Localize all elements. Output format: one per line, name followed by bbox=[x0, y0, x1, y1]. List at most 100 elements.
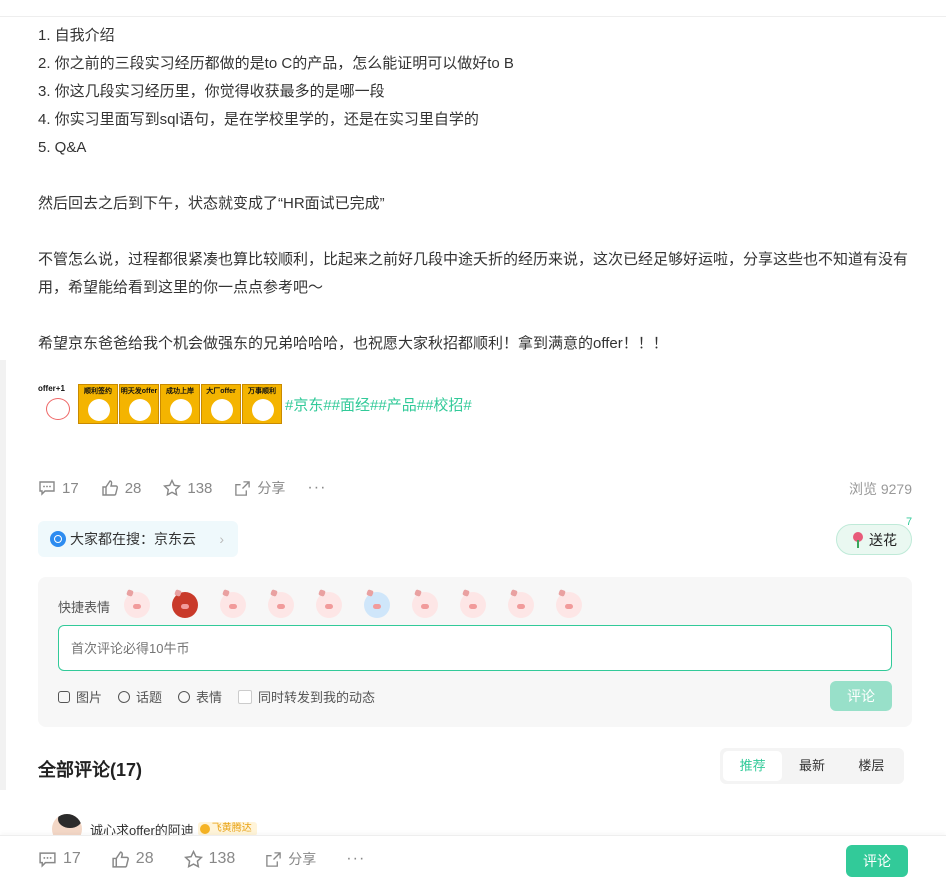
thumbs-up-icon bbox=[101, 480, 118, 496]
search-icon bbox=[50, 531, 66, 547]
insert-image-label: 图片 bbox=[76, 690, 103, 705]
share-icon bbox=[266, 851, 282, 867]
quick-emoji-label: 快捷表情 bbox=[58, 600, 111, 615]
star-count: 138 bbox=[187, 479, 213, 497]
comment-composer: 快捷表情 图片 话题 表情 同时转发到我的动态 评论 bbox=[38, 577, 912, 727]
quick-emoji-row bbox=[124, 592, 604, 618]
sticker-caption: 顺利签约 bbox=[84, 388, 112, 395]
cow-emoji-icon[interactable] bbox=[556, 592, 582, 618]
insert-emoji-button[interactable]: 表情 bbox=[178, 687, 222, 706]
article-paragraph: 然后回去之后到下午，状态就变成了“HR面试已完成” bbox=[38, 195, 385, 212]
article-line: 1. 自我介绍 bbox=[38, 27, 115, 44]
insert-topic-button[interactable]: 话题 bbox=[118, 687, 162, 706]
cow-emoji-icon[interactable] bbox=[124, 592, 150, 618]
repost-checkbox[interactable]: 同时转发到我的动态 bbox=[238, 687, 375, 706]
send-flower-button[interactable]: 送花 bbox=[836, 524, 912, 555]
flower-count: 7 bbox=[906, 516, 913, 528]
smiley-icon bbox=[178, 690, 191, 703]
insert-emoji-label: 表情 bbox=[196, 690, 223, 705]
cow-emoji-icon[interactable] bbox=[412, 592, 438, 618]
more-button[interactable]: ··· bbox=[307, 479, 326, 497]
bottom-comment-submit-button[interactable]: 评论 bbox=[846, 845, 908, 877]
tab-recommended[interactable]: 推荐 bbox=[723, 751, 783, 781]
share-label: 分享 bbox=[257, 480, 286, 496]
comment-sort-tabs: 推荐 最新 楼层 bbox=[720, 748, 904, 784]
comment-button[interactable]: 17 bbox=[38, 479, 79, 497]
left-scroll-strip bbox=[0, 360, 6, 790]
topic-tags: #京东# #面经# #产品# #校招# bbox=[285, 394, 472, 415]
more-icon: ··· bbox=[346, 850, 366, 867]
bottom-action-bar: 17 28 138 分享 ··· bbox=[38, 849, 395, 869]
insert-image-button[interactable]: 图片 bbox=[58, 687, 102, 706]
star-count: 138 bbox=[208, 850, 236, 867]
sticker: 顺利签约 bbox=[78, 384, 118, 424]
top-divider bbox=[0, 0, 946, 17]
sticker-caption: 万事顺利 bbox=[248, 388, 276, 395]
tab-floor[interactable]: 楼层 bbox=[842, 751, 901, 781]
sticker-caption: 明天发offer bbox=[120, 388, 158, 395]
star-icon bbox=[163, 479, 182, 497]
sticker: 大厂offer bbox=[201, 384, 241, 424]
cow-emoji-icon[interactable] bbox=[316, 592, 342, 618]
submit-comment-button[interactable]: 评论 bbox=[830, 681, 892, 711]
share-button[interactable]: 分享 bbox=[234, 478, 285, 498]
tag-link[interactable]: #面经# bbox=[332, 394, 379, 415]
article-paragraph: 不管怎么说，过程都很紧凑也算比较顺利，比起来之前好几段中途夭折的经历来说，这次已… bbox=[38, 251, 909, 296]
article-line: 3. 你这几段实习经历里，你觉得收获最多的是哪一段 bbox=[38, 83, 385, 100]
sticker-caption: 大厂offer bbox=[206, 388, 236, 395]
flower-icon bbox=[851, 531, 865, 548]
like-button[interactable]: 28 bbox=[101, 479, 142, 497]
article-paragraph: 希望京东爸爸给我个机会做强东的兄弟哈哈哈，也祝愿大家秋招都顺利！拿到满意的off… bbox=[38, 335, 668, 352]
topic-icon bbox=[118, 690, 131, 703]
send-flower-label: 送花 bbox=[869, 531, 897, 548]
sticker-caption: 成功上岸 bbox=[166, 388, 194, 395]
tag-link[interactable]: #校招# bbox=[425, 394, 472, 415]
cow-emoji-icon[interactable] bbox=[268, 592, 294, 618]
angry-cow-emoji-icon[interactable] bbox=[172, 592, 198, 618]
checkbox[interactable] bbox=[238, 689, 253, 704]
thumbs-up-icon bbox=[112, 850, 129, 868]
comment-icon bbox=[39, 851, 56, 868]
post-action-bar: 17 28 138 分享 ··· 浏览 9279 bbox=[38, 476, 912, 500]
article-body: 1. 自我介绍 2. 你之前的三段实习经历都做的是to C的产品，怎么能证明可以… bbox=[38, 22, 918, 358]
like-count: 28 bbox=[124, 479, 142, 497]
bottom-more-button[interactable]: ··· bbox=[346, 850, 365, 868]
sticker-caption: offer+1 bbox=[38, 384, 65, 393]
like-count: 28 bbox=[135, 850, 154, 867]
image-icon bbox=[58, 690, 70, 703]
cow-emoji-icon[interactable] bbox=[508, 592, 534, 618]
cow-emoji-icon[interactable] bbox=[220, 592, 246, 618]
comment-input[interactable] bbox=[58, 625, 892, 671]
comments-heading: 全部评论(17) bbox=[38, 760, 143, 780]
sticker: 明天发offer bbox=[119, 384, 159, 424]
composer-tools: 图片 话题 表情 同时转发到我的动态 bbox=[58, 687, 391, 706]
bottom-share-button[interactable]: 分享 bbox=[265, 849, 316, 869]
sticker-row: offer+1 顺利签约 明天发offer 成功上岸 大厂offer 万事顺利 … bbox=[38, 384, 472, 424]
bottom-like-button[interactable]: 28 bbox=[111, 850, 154, 869]
repost-label: 同时转发到我的动态 bbox=[258, 690, 376, 705]
article-line: 2. 你之前的三段实习经历都做的是to C的产品，怎么能证明可以做好to B bbox=[38, 55, 514, 72]
tag-link[interactable]: #京东# bbox=[285, 394, 332, 415]
offer-sticker: offer+1 bbox=[38, 384, 76, 424]
star-icon bbox=[183, 849, 203, 868]
sticker: 万事顺利 bbox=[242, 384, 282, 424]
search-suggestion[interactable]: 大家都在搜：京东云 › bbox=[38, 521, 238, 557]
more-icon: ··· bbox=[307, 479, 327, 496]
tab-latest[interactable]: 最新 bbox=[782, 751, 841, 781]
chevron-right-icon: › bbox=[219, 531, 224, 547]
crying-cow-emoji-icon[interactable] bbox=[364, 592, 390, 618]
search-suggestion-text: 大家都在搜：京东云 bbox=[70, 531, 196, 547]
sticky-bottom-bar: 17 28 138 分享 ··· 评论 bbox=[0, 835, 946, 884]
article-line: 4. 你实习里面写到sql语句，是在学校里学的，还是在实习里自学的 bbox=[38, 111, 479, 128]
tag-link[interactable]: #产品# bbox=[378, 394, 425, 415]
favorite-button[interactable]: 138 bbox=[163, 479, 212, 497]
comment-icon bbox=[39, 481, 55, 496]
share-icon bbox=[235, 480, 251, 496]
bottom-comment-button[interactable]: 17 bbox=[38, 850, 81, 869]
bottom-favorite-button[interactable]: 138 bbox=[183, 849, 236, 869]
insert-topic-label: 话题 bbox=[136, 690, 163, 705]
sticker: 成功上岸 bbox=[160, 384, 200, 424]
article-line: 5. Q&A bbox=[38, 139, 87, 156]
cow-emoji-icon[interactable] bbox=[460, 592, 486, 618]
comment-count: 17 bbox=[63, 850, 81, 867]
